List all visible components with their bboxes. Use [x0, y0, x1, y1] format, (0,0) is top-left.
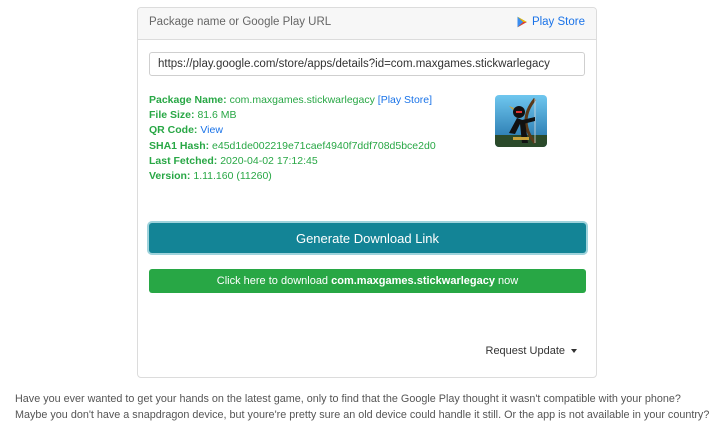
generate-download-link-button[interactable]: Generate Download Link	[149, 223, 586, 253]
request-update-dropdown[interactable]: Request Update	[485, 345, 577, 357]
qr-code-row: QR Code: View	[149, 123, 436, 138]
file-size-label: File Size:	[149, 109, 195, 122]
package-url-input[interactable]	[149, 52, 585, 76]
sha1-row: SHA1 Hash: e45d1de002219e71caef4940f7ddf…	[149, 139, 436, 154]
package-name-value: com.maxgames.stickwarlegacy	[229, 94, 375, 106]
play-store-link-label: Play Store	[531, 16, 585, 28]
intro-text: Have you ever wanted to get your hands o…	[15, 391, 715, 423]
download-button-package: com.maxgames.stickwarlegacy	[331, 275, 495, 287]
card-header: Package name or Google Play URL Play Sto…	[138, 8, 596, 40]
version-label: Version:	[149, 170, 191, 183]
sha1-value: e45d1de002219e71caef4940f7ddf708d5bce2d0	[212, 139, 436, 152]
apk-download-card: Package name or Google Play URL Play Sto…	[137, 7, 597, 378]
last-fetched-label: Last Fetched:	[149, 154, 218, 167]
package-play-store-link[interactable]: [Play Store]	[378, 94, 432, 106]
caret-down-icon	[571, 349, 577, 353]
file-size-row: File Size: 81.6 MB	[149, 108, 436, 123]
play-store-link[interactable]: Play Store	[516, 16, 585, 28]
version-value: 1.11.160 (11260)	[193, 170, 272, 183]
package-name-label: Package Name:	[149, 94, 227, 106]
download-button-suffix: now	[494, 275, 519, 287]
file-size-value: 81.6 MB	[197, 109, 237, 122]
qr-code-label: QR Code:	[149, 124, 198, 137]
qr-code-view-link[interactable]: View	[200, 124, 223, 136]
last-fetched-row: Last Fetched: 2020-04-02 17:12:45	[149, 154, 436, 169]
stickwar-archer-icon	[495, 95, 547, 147]
intro-line-1: Have you ever wanted to get your hands o…	[15, 393, 681, 405]
app-info: Package Name: com.maxgames.stickwarlegac…	[149, 93, 436, 184]
package-name-row: Package Name: com.maxgames.stickwarlegac…	[149, 93, 436, 108]
sha1-label: SHA1 Hash:	[149, 139, 210, 152]
last-fetched-value: 2020-04-02 17:12:45	[220, 154, 318, 167]
download-apk-button[interactable]: Click here to download com.maxgames.stic…	[149, 269, 586, 293]
play-triangle-icon	[517, 16, 527, 28]
download-button-prefix: Click here to download	[216, 275, 332, 287]
version-row: Version: 1.11.160 (11260)	[149, 169, 436, 184]
intro-line-2: Maybe you don't have a snapdragon device…	[15, 409, 710, 421]
input-heading: Package name or Google Play URL	[149, 16, 332, 28]
request-update-label: Request Update	[485, 345, 566, 357]
app-icon	[495, 95, 547, 147]
